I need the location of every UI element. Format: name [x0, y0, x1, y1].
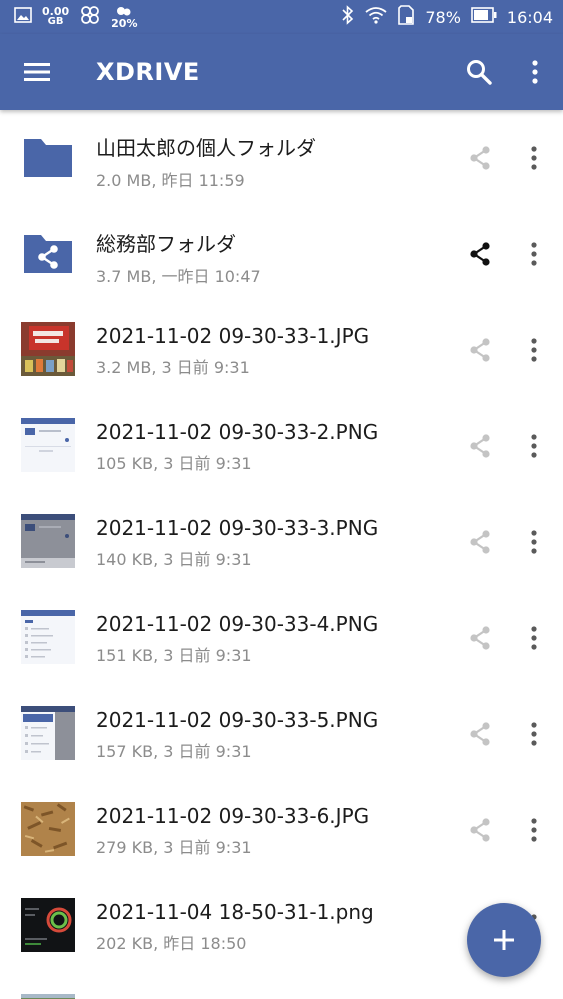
- battery-icon: [471, 7, 497, 27]
- sim-card-icon: [397, 5, 415, 29]
- weather-indicator: 20%: [111, 6, 137, 29]
- weather-icon: [117, 6, 131, 15]
- file-name: 2021-11-02 09-30-33-4.PNG: [96, 612, 379, 636]
- app-title: XDRIVE: [96, 58, 200, 86]
- more-vert-icon: [531, 626, 537, 650]
- navigation-menu-button[interactable]: [0, 34, 74, 110]
- file-meta: 3.2 MB, 3 日前 9:31: [96, 358, 250, 377]
- more-vert-icon: [531, 530, 537, 554]
- image-thumbnail: [21, 898, 75, 952]
- item-more-button[interactable]: [516, 620, 552, 656]
- shared-folder-icon: [21, 226, 75, 280]
- share-icon: [470, 242, 490, 266]
- list-item[interactable]: 2021-11-02 09-30-33-6.JPG 279 KB, 3 日前 9…: [0, 782, 563, 878]
- plus-icon: [494, 930, 514, 950]
- list-item[interactable]: 2021-11-02 09-30-33-3.PNG 140 KB, 3 日前 9…: [0, 494, 563, 590]
- share-button[interactable]: [462, 620, 498, 656]
- share-button[interactable]: [462, 236, 498, 272]
- item-more-button[interactable]: [516, 236, 552, 272]
- file-meta: 140 KB, 3 日前 9:31: [96, 550, 252, 569]
- image-thumbnail: [21, 322, 75, 376]
- image-thumbnail: [21, 514, 75, 568]
- file-meta: 279 KB, 3 日前 9:31: [96, 838, 252, 857]
- share-button[interactable]: [462, 812, 498, 848]
- bluetooth-icon: [341, 5, 355, 29]
- image-thumbnail: [21, 706, 75, 760]
- wifi-icon: [365, 6, 387, 28]
- file-name: 山田太郎の個人フォルダ: [96, 136, 316, 160]
- share-button[interactable]: [462, 716, 498, 752]
- file-name: 2021-11-02 09-30-33-1.JPG: [96, 324, 370, 348]
- more-vert-icon: [531, 434, 537, 458]
- share-button[interactable]: [462, 332, 498, 368]
- file-name: 総務部フォルダ: [96, 232, 236, 256]
- share-icon: [470, 722, 490, 746]
- item-more-button[interactable]: [516, 332, 552, 368]
- image-thumbnail: [21, 610, 75, 664]
- file-meta: 3.7 MB, 一昨日 10:47: [96, 267, 261, 286]
- data-usage-indicator: 0.00 GB: [42, 5, 70, 27]
- item-more-button[interactable]: [516, 716, 552, 752]
- more-vert-icon: [532, 60, 538, 84]
- file-name: 2021-11-04 18-50-31-1.png: [96, 900, 374, 924]
- share-icon: [470, 626, 490, 650]
- share-icon: [470, 530, 490, 554]
- list-item[interactable]: 2021-11-02 09-30-33-1.JPG 3.2 MB, 3 日前 9…: [0, 302, 563, 398]
- app-bar: XDRIVE: [0, 34, 563, 110]
- more-vert-icon: [531, 338, 537, 362]
- folder-icon: [21, 130, 75, 184]
- share-icon: [470, 818, 490, 842]
- search-icon: [467, 60, 492, 85]
- add-fab-button[interactable]: [467, 903, 541, 977]
- file-meta: 2.0 MB, 昨日 11:59: [96, 171, 245, 190]
- list-item[interactable]: 2021-11-02 09-30-33-5.PNG 157 KB, 3 日前 9…: [0, 686, 563, 782]
- item-more-button[interactable]: [516, 140, 552, 176]
- file-name: 2021-11-02 09-30-33-2.PNG: [96, 420, 379, 444]
- hamburger-menu-icon: [24, 63, 50, 81]
- image-thumbnail: [21, 802, 75, 856]
- pinwheel-icon: [79, 4, 101, 30]
- gallery-notification-icon: [14, 7, 32, 27]
- more-vert-icon: [531, 722, 537, 746]
- file-meta: 157 KB, 3 日前 9:31: [96, 742, 252, 761]
- share-icon: [470, 146, 490, 170]
- file-meta: 202 KB, 昨日 18:50: [96, 934, 247, 953]
- status-bar: 0.00 GB 20% 78% 16:04: [0, 0, 563, 34]
- battery-percent: 78%: [425, 7, 461, 27]
- more-vert-icon: [531, 146, 537, 170]
- overflow-menu-button[interactable]: [507, 34, 563, 110]
- image-thumbnail: [21, 418, 75, 472]
- more-vert-icon: [531, 818, 537, 842]
- file-name: 2021-11-02 09-30-33-6.JPG: [96, 804, 370, 828]
- share-button[interactable]: [462, 140, 498, 176]
- list-item[interactable]: 2021-11-02 09-30-33-2.PNG 105 KB, 3 日前 9…: [0, 398, 563, 494]
- item-more-button[interactable]: [516, 812, 552, 848]
- file-meta: 151 KB, 3 日前 9:31: [96, 646, 252, 665]
- share-icon: [470, 434, 490, 458]
- file-name: 2021-11-02 09-30-33-3.PNG: [96, 516, 379, 540]
- list-item[interactable]: 総務部フォルダ 3.7 MB, 一昨日 10:47: [0, 206, 563, 302]
- clock: 16:04: [506, 7, 553, 27]
- item-more-button[interactable]: [516, 428, 552, 464]
- share-button[interactable]: [462, 428, 498, 464]
- list-item[interactable]: 山田太郎の個人フォルダ 2.0 MB, 昨日 11:59: [0, 110, 563, 206]
- more-vert-icon: [531, 242, 537, 266]
- search-button[interactable]: [451, 34, 507, 110]
- item-more-button[interactable]: [516, 524, 552, 560]
- file-list: 山田太郎の個人フォルダ 2.0 MB, 昨日 11:59 総務部フォルダ 3.7…: [0, 110, 563, 999]
- share-button[interactable]: [462, 524, 498, 560]
- file-name: 2021-11-02 09-30-33-5.PNG: [96, 708, 379, 732]
- share-icon: [470, 338, 490, 362]
- image-thumbnail: [21, 994, 75, 999]
- file-meta: 105 KB, 3 日前 9:31: [96, 454, 252, 473]
- list-item[interactable]: 2021-11-02 09-30-33-4.PNG 151 KB, 3 日前 9…: [0, 590, 563, 686]
- list-item[interactable]: [0, 974, 563, 999]
